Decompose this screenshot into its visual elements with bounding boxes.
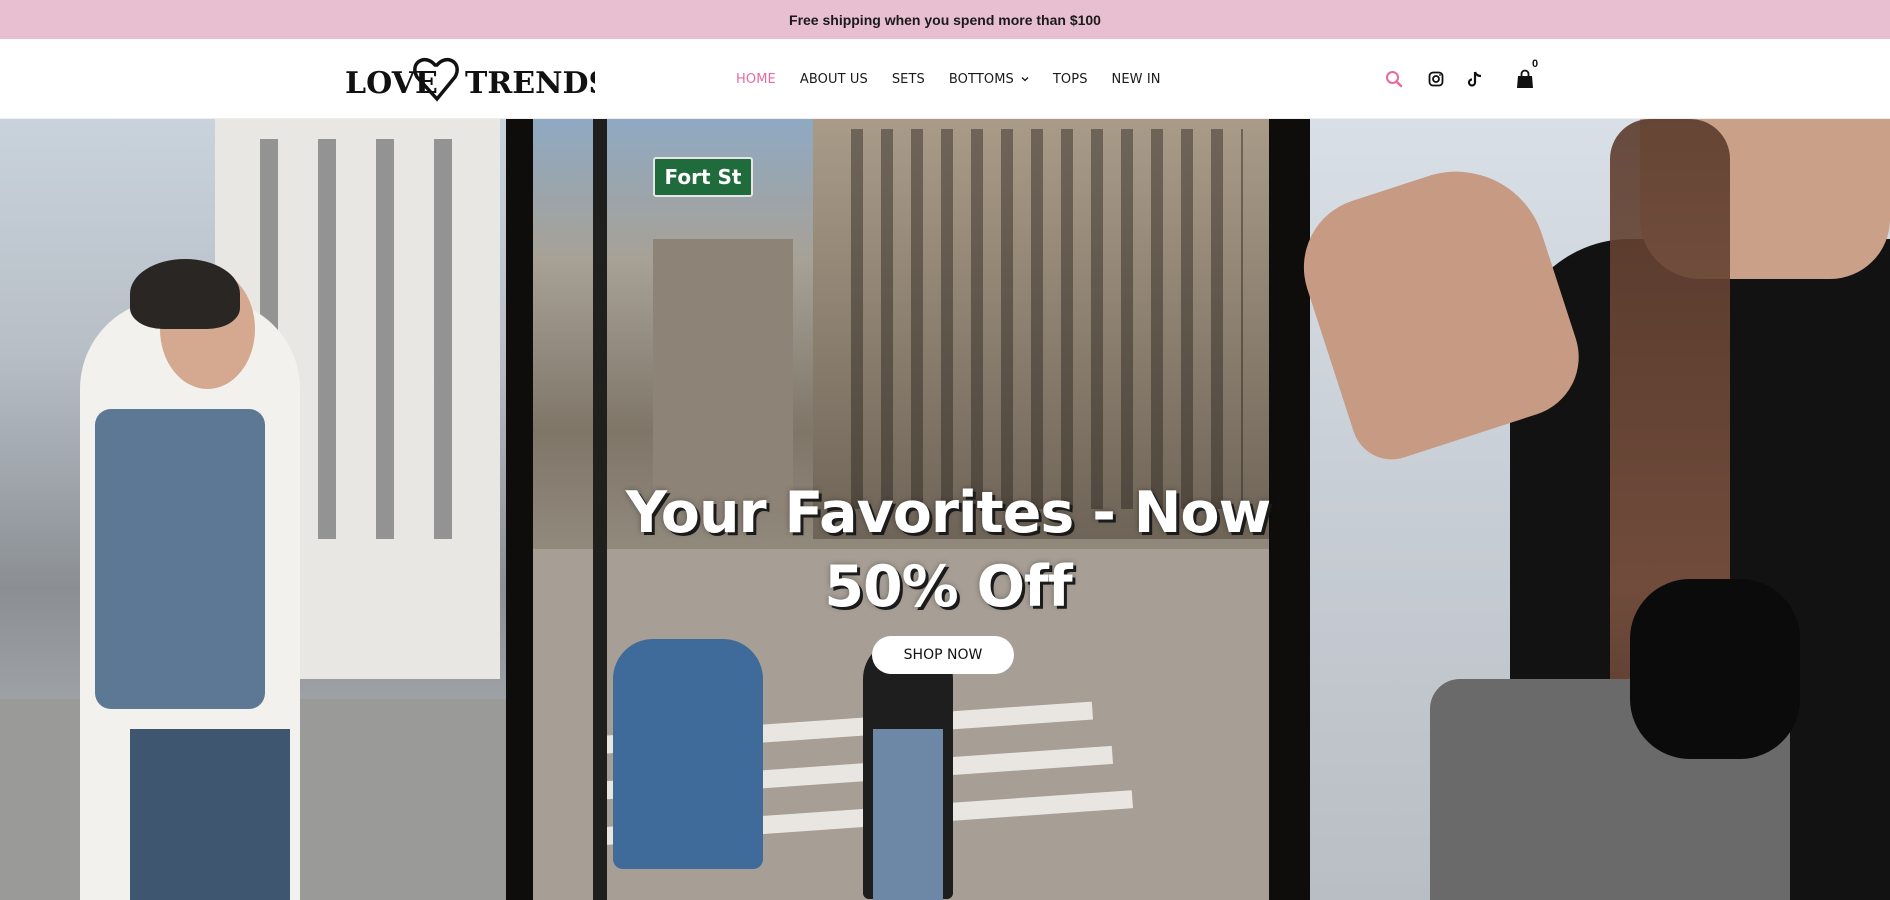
search-icon[interactable] (1382, 67, 1406, 91)
nav-sets[interactable]: SETS (892, 72, 925, 87)
shop-now-button[interactable]: SHOP NOW (872, 636, 1014, 674)
brand-logo[interactable]: LOVE TRENDS (345, 55, 595, 103)
nav-home[interactable]: HOME (736, 72, 776, 87)
hero-headline-line1: Your Favorites - Now (625, 480, 1271, 546)
hero-banner: Fort St Your Favorites - Now 50% Off SHO… (0, 119, 1890, 900)
announcement-text: Free shipping when you spend more than $… (789, 11, 1101, 28)
hero-headline: Your Favorites - Now 50% Off (506, 476, 1390, 624)
announcement-bar: Free shipping when you spend more than $… (0, 0, 1890, 39)
street-sign: Fort St (653, 157, 753, 197)
cart-count-badge: 0 (1532, 58, 1539, 70)
nav-about-us[interactable]: ABOUT US (800, 72, 868, 87)
nav-new-in[interactable]: NEW IN (1112, 72, 1161, 87)
shopping-bag-icon[interactable] (1513, 67, 1537, 91)
hero-headline-line2: 50% Off (824, 554, 1072, 620)
hero-photo-left (0, 119, 506, 900)
main-nav: HOME ABOUT US SETS BOTTOMS TOPS NEW IN (736, 39, 1185, 119)
instagram-icon[interactable] (1424, 67, 1448, 91)
nav-bottoms[interactable]: BOTTOMS (949, 72, 1029, 87)
nav-tops[interactable]: TOPS (1053, 72, 1088, 87)
logo-wordmark: LOVE TRENDS (345, 58, 595, 102)
nav-bottoms-label: BOTTOMS (948, 71, 1014, 87)
svg-text:TRENDS: TRENDS (465, 66, 595, 101)
chevron-down-icon (1021, 75, 1029, 83)
tiktok-icon[interactable] (1463, 67, 1487, 91)
site-header: LOVE TRENDS HOME ABOUT US SETS BOTTOMS T… (0, 39, 1890, 119)
hero-photo-right (1285, 119, 1890, 900)
